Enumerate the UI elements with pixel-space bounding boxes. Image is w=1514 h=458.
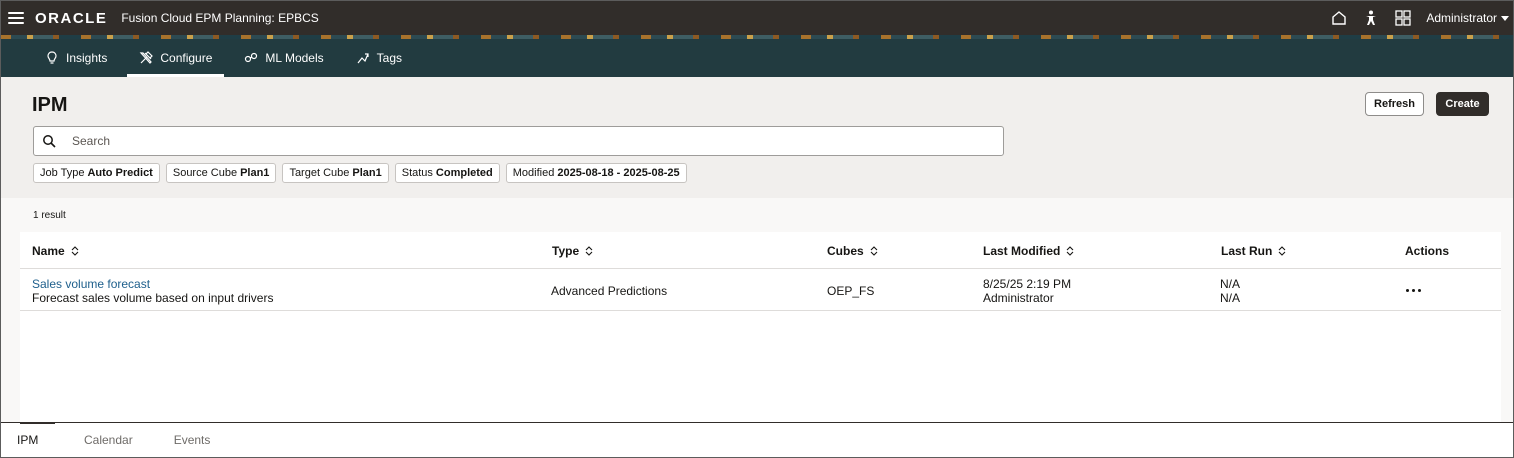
last-run-line: N/A bbox=[1220, 291, 1241, 305]
tab-ml-models[interactable]: ML Models bbox=[232, 39, 335, 77]
tab-label: Insights bbox=[66, 51, 108, 65]
oracle-logo[interactable]: ORACLE bbox=[35, 10, 107, 27]
sort-icon bbox=[71, 245, 79, 256]
filter-name: Source Cube bbox=[172, 167, 238, 179]
module-nav: Insights Configure ML Models Tags bbox=[1, 39, 1513, 77]
hamburger-menu-icon[interactable] bbox=[8, 12, 24, 24]
insights-icon bbox=[47, 51, 57, 64]
tab-label: Tags bbox=[376, 51, 402, 65]
cell-name: Sales volume forecast Forecast sales vol… bbox=[32, 277, 273, 305]
filter-chips: Job Type Auto Predict Source Cube Plan1 Ta… bbox=[33, 163, 687, 183]
filter-chip-modified[interactable]: Modified 2025-08-18 - 2025-08-25 bbox=[505, 163, 687, 183]
cell-last-modified: 8/25/25 2:19 PM Administrator bbox=[983, 277, 1071, 305]
sort-icon bbox=[1066, 245, 1074, 256]
filter-name: Target Cube bbox=[289, 167, 350, 179]
column-label: Last Modified bbox=[983, 243, 1061, 258]
bottom-tab-calendar[interactable]: Calendar bbox=[56, 423, 147, 457]
column-label: Cubes bbox=[827, 243, 864, 258]
bottom-tab-ipm[interactable]: IPM bbox=[1, 422, 55, 457]
top-bar: ORACLE Fusion Cloud EPM Planning: EPBCS … bbox=[1, 1, 1513, 35]
table-row[interactable]: Sales volume forecast Forecast sales vol… bbox=[20, 270, 1501, 311]
results-area: 1 result Name Type Cubes Last Modified L… bbox=[1, 198, 1513, 422]
sort-icon bbox=[585, 245, 593, 256]
cell-type: Advanced Predictions bbox=[551, 284, 668, 298]
tab-insights[interactable]: Insights bbox=[33, 39, 119, 77]
filter-value: Auto Predict bbox=[87, 167, 153, 179]
filter-name: Modified bbox=[512, 167, 555, 179]
home-icon[interactable] bbox=[1330, 9, 1348, 27]
results-table: Name Type Cubes Last Modified Last Run A… bbox=[20, 232, 1501, 422]
filter-name: Status bbox=[401, 167, 433, 179]
column-header-last-modified[interactable]: Last Modified bbox=[983, 232, 1074, 269]
filter-chip-target-cube[interactable]: Target Cube Plan1 bbox=[282, 163, 389, 183]
bottom-tab-events[interactable]: Events bbox=[148, 423, 225, 457]
page-header: IPM Refresh Create Job TypeAuto Predict … bbox=[1, 77, 1513, 198]
filter-name: Job Type bbox=[40, 167, 85, 179]
search-input[interactable] bbox=[72, 134, 972, 148]
cell-last-run: N/A N/A bbox=[1220, 277, 1240, 305]
column-header-last-run[interactable]: Last Run bbox=[1221, 232, 1286, 269]
bottom-tabs: IPM Calendar Events bbox=[1, 422, 1513, 457]
table-header: Name Type Cubes Last Modified Last Run A… bbox=[20, 232, 1501, 269]
user-menu[interactable]: Administrator bbox=[1426, 11, 1509, 25]
column-label: Last Run bbox=[1221, 243, 1273, 258]
filter-chip-status[interactable]: Status Completed bbox=[394, 163, 500, 183]
search-box bbox=[33, 126, 1004, 156]
cell-cubes: OEP_FS bbox=[827, 284, 875, 298]
filter-value: Plan1 bbox=[240, 167, 270, 179]
tab-configure[interactable]: Configure bbox=[127, 39, 225, 77]
filter-value: Plan1 bbox=[352, 167, 382, 179]
last-modified-date: 8/25/25 2:19 PM bbox=[983, 277, 1072, 291]
tab-label: ML Models bbox=[265, 51, 324, 65]
last-modified-by: Administrator bbox=[983, 291, 1054, 305]
filter-value: Completed bbox=[435, 167, 493, 179]
sort-icon bbox=[1278, 245, 1286, 256]
create-button[interactable]: Create bbox=[1436, 92, 1489, 116]
refresh-button[interactable]: Refresh bbox=[1365, 92, 1424, 116]
job-name-link[interactable]: Sales volume forecast bbox=[32, 277, 273, 291]
chevron-down-icon bbox=[1501, 15, 1509, 21]
more-actions-icon[interactable] bbox=[1403, 282, 1423, 298]
column-header-actions: Actions bbox=[1405, 232, 1449, 269]
column-label: Type bbox=[552, 243, 580, 258]
accessibility-icon[interactable] bbox=[1362, 9, 1380, 27]
tags-icon bbox=[357, 53, 369, 64]
configure-icon bbox=[140, 51, 154, 64]
page-title: IPM bbox=[32, 94, 68, 116]
search-icon bbox=[43, 135, 56, 148]
navigator-grid-icon[interactable] bbox=[1394, 9, 1412, 27]
sort-icon bbox=[870, 245, 878, 256]
column-header-name[interactable]: Name bbox=[32, 232, 79, 269]
column-label: Actions bbox=[1405, 243, 1450, 258]
filter-chip-job-type[interactable]: Job Type Auto Predict bbox=[33, 163, 160, 183]
ml-models-icon bbox=[245, 52, 258, 63]
column-header-type[interactable]: Type bbox=[552, 232, 593, 269]
job-description: Forecast sales volume based on input dri… bbox=[32, 291, 274, 305]
tab-label: Configure bbox=[160, 51, 213, 65]
user-name: Administrator bbox=[1426, 11, 1497, 25]
filter-value: 2025-08-18 - 2025-08-25 bbox=[557, 167, 680, 179]
tab-tags[interactable]: Tags bbox=[344, 39, 414, 77]
last-run-line: N/A bbox=[1220, 277, 1241, 291]
filter-chip-source-cube[interactable]: Source Cube Plan1 bbox=[165, 163, 277, 183]
result-count: 1 result bbox=[33, 210, 66, 221]
app-title: Fusion Cloud EPM Planning: EPBCS bbox=[121, 11, 319, 25]
column-label: Name bbox=[32, 243, 65, 258]
column-header-cubes[interactable]: Cubes bbox=[827, 232, 878, 269]
